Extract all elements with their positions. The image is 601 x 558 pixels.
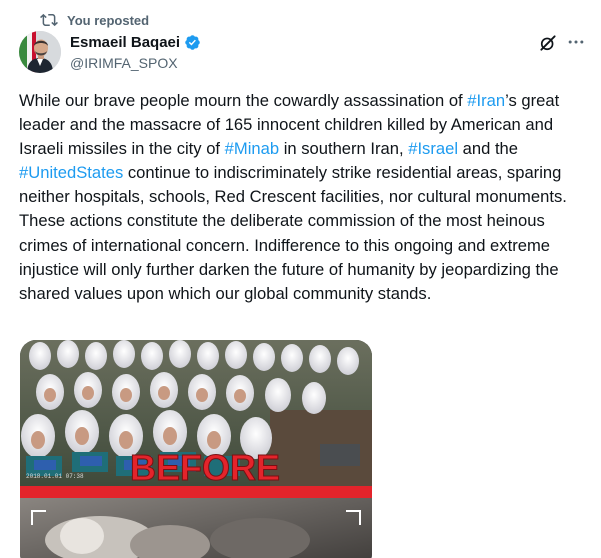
hashtag-iran[interactable]: #Iran (467, 91, 505, 110)
hashtag-israel[interactable]: #Israel (408, 139, 458, 158)
avatar-image (19, 31, 61, 73)
author-name[interactable]: Esmaeil Baqaei (70, 34, 180, 51)
tweet-media-image[interactable]: BEFORE 2018.01.01 07:38 (20, 340, 372, 558)
tweet-text-part: in southern Iran, (279, 139, 409, 159)
avatar[interactable] (19, 31, 61, 73)
grok-icon[interactable] (538, 33, 558, 53)
tweet-text: While our brave people mourn the cowardl… (19, 89, 584, 306)
repost-icon (40, 13, 58, 27)
verified-badge-icon (185, 35, 200, 50)
repost-indicator[interactable]: You reposted (40, 11, 149, 29)
hashtag-minab[interactable]: #Minab (225, 139, 279, 158)
author-handle[interactable]: @IRIMFA_SPOX (70, 55, 178, 71)
more-options-icon[interactable] (566, 32, 586, 52)
tweet-text-part: continue to indiscriminately strike resi… (19, 163, 567, 303)
hashtag-unitedstates[interactable]: #UnitedStates (19, 163, 123, 182)
photo-timestamp: 2018.01.01 07:38 (26, 473, 84, 480)
repost-label: You reposted (67, 12, 150, 28)
media-photo: BEFORE 2018.01.01 07:38 (20, 340, 372, 558)
before-overlay-text: BEFORE (130, 447, 280, 488)
tweet-text-part: While our brave people mourn the cowardl… (19, 91, 468, 110)
tweet-text-part: and the (458, 139, 519, 159)
